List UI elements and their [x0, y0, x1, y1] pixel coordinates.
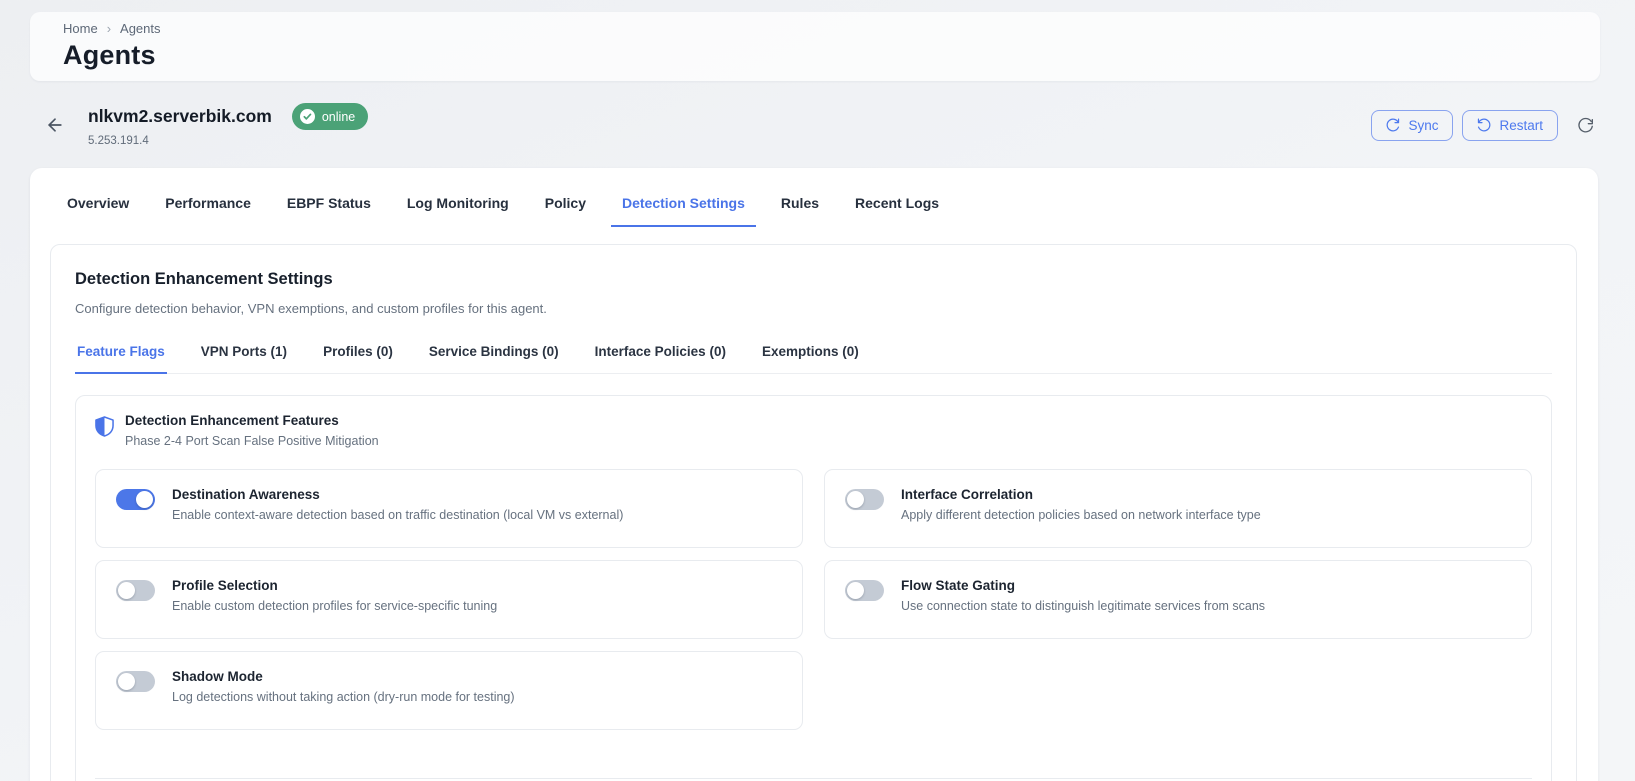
features-panel-title: Detection Enhancement Features — [125, 413, 339, 428]
toggle-knob — [847, 582, 864, 599]
feature-toggle-switch-destination-awareness[interactable] — [116, 489, 155, 510]
agent-name: nlkvm2.serverbik.com — [88, 106, 272, 126]
tab-performance[interactable]: Performance — [154, 192, 262, 227]
subtab-exemptions-0[interactable]: Exemptions (0) — [760, 338, 861, 374]
tab-policy[interactable]: Policy — [534, 192, 597, 227]
feature-toggle-label: Interface Correlation — [901, 487, 1034, 502]
feature-toggle-description: Use connection state to distinguish legi… — [901, 599, 1266, 613]
feature-toggle-card-flow-state-gating: Flow State Gating Use connection state t… — [824, 560, 1532, 639]
settings-title: Detection Enhancement Settings — [75, 270, 333, 288]
features-panel-subtitle: Phase 2-4 Port Scan False Positive Mitig… — [125, 434, 379, 448]
feature-toggle-texts: Flow State Gating Use connection state t… — [901, 578, 1265, 613]
arrow-left-icon — [48, 118, 62, 132]
agent-identity: nlkvm2.serverbik.com online 5.253.191.4 — [88, 103, 369, 147]
subtab-feature-flags[interactable]: Feature Flags — [75, 338, 167, 374]
breadcrumb-current: Agents — [120, 21, 161, 36]
agent-detail-card: Overview Performance EBPF Status Log Monito… — [30, 168, 1598, 781]
feature-toggle-switch-profile-selection[interactable] — [116, 580, 155, 601]
toggle-knob — [118, 673, 135, 690]
sync-button[interactable]: Sync — [1371, 109, 1454, 141]
breadcrumb-home[interactable]: Home — [63, 21, 98, 36]
tab-log-monitoring[interactable]: Log Monitoring — [396, 192, 520, 227]
back-button[interactable] — [38, 108, 72, 142]
features-panel-titles: Detection Enhancement Features Phase 2-4… — [125, 413, 379, 448]
subtab-service-bindings-0[interactable]: Service Bindings (0) — [427, 338, 561, 374]
feature-toggle-switch-flow-state-gating[interactable] — [845, 580, 884, 601]
tab-overview[interactable]: Overview — [56, 192, 140, 227]
restart-button[interactable]: Restart — [1462, 109, 1558, 141]
sync-button-label: Sync — [1408, 117, 1439, 133]
check-circle-icon — [299, 109, 315, 124]
breadcrumb-separator-icon: › — [106, 21, 112, 36]
agent-ip: 5.253.191.4 — [88, 135, 149, 147]
feature-toggle-card-shadow-mode: Shadow Mode Log detections without takin… — [95, 651, 803, 730]
feature-toggle-switch-interface-correlation[interactable] — [845, 489, 884, 510]
breadcrumb: Home › Agents — [63, 21, 1567, 36]
page-header: Home › Agents Agents — [30, 12, 1600, 81]
feature-toggle-label: Shadow Mode — [172, 669, 263, 684]
feature-toggle-card-destination-awareness: Destination Awareness Enable context-awa… — [95, 469, 803, 548]
page-title: Agents — [63, 40, 156, 70]
status-text: online — [321, 109, 356, 124]
restart-button-label: Restart — [1499, 117, 1543, 133]
shield-icon — [95, 416, 114, 437]
feature-toggle-texts: Shadow Mode Log detections without takin… — [172, 669, 515, 704]
feature-toggle-description: Log detections without taking action (dr… — [172, 690, 515, 704]
tab-rules[interactable]: Rules — [770, 192, 830, 227]
toggle-knob — [136, 491, 153, 508]
header-actions: Sync Restart — [1371, 109, 1600, 141]
subtab-interface-policies-0[interactable]: Interface Policies (0) — [593, 338, 728, 374]
features-panel: Detection Enhancement Features Phase 2-4… — [75, 395, 1552, 781]
features-panel-header: Detection Enhancement Features Phase 2-4… — [95, 413, 1532, 448]
agent-header: nlkvm2.serverbik.com online 5.253.191.4 … — [30, 103, 1600, 147]
feature-toggle-label: Profile Selection — [172, 578, 278, 593]
section-divider — [95, 778, 1532, 779]
feature-toggle-switch-shadow-mode[interactable] — [116, 671, 155, 692]
feature-toggle-label: Destination Awareness — [172, 487, 320, 502]
toggle-knob — [847, 491, 864, 508]
feature-toggle-card-profile-selection: Profile Selection Enable custom detectio… — [95, 560, 803, 639]
feature-toggle-label: Flow State Gating — [901, 578, 1016, 593]
feature-toggle-texts: Profile Selection Enable custom detectio… — [172, 578, 497, 613]
tab-ebpf-status[interactable]: EBPF Status — [276, 192, 382, 227]
feature-toggle-description: Enable custom detection profiles for ser… — [172, 599, 498, 613]
feature-toggle-texts: Destination Awareness Enable context-awa… — [172, 487, 623, 522]
feature-toggle-texts: Interface Correlation Apply different de… — [901, 487, 1261, 522]
feature-toggle-description: Apply different detection policies based… — [901, 508, 1261, 522]
status-badge: online — [291, 103, 369, 130]
refresh-icon — [1578, 117, 1593, 133]
refresh-button[interactable] — [1572, 111, 1600, 139]
feature-toggle-description: Enable context-aware detection based on … — [172, 508, 624, 522]
feature-toggle-card-interface-correlation: Interface Correlation Apply different de… — [824, 469, 1532, 548]
refresh-cw-icon — [1387, 118, 1400, 132]
rotate-ccw-icon — [1478, 118, 1491, 132]
subtab-vpn-ports-1[interactable]: VPN Ports (1) — [199, 338, 289, 374]
feature-toggle-grid: Destination Awareness Enable context-awa… — [95, 469, 1532, 730]
tab-detection-settings[interactable]: Detection Settings — [610, 192, 756, 227]
detection-settings-card: Detection Enhancement Settings Configure… — [50, 244, 1577, 781]
agent-tabs: Overview Performance EBPF Status Log Monito… — [30, 168, 1598, 227]
tab-recent-logs[interactable]: Recent Logs — [844, 192, 950, 227]
settings-subtitle: Configure detection behavior, VPN exempt… — [75, 301, 547, 316]
subtab-profiles-0[interactable]: Profiles (0) — [321, 338, 395, 374]
settings-subtabs: Feature Flags VPN Ports (1) Profiles (0) Se… — [75, 338, 1552, 374]
toggle-knob — [118, 582, 135, 599]
